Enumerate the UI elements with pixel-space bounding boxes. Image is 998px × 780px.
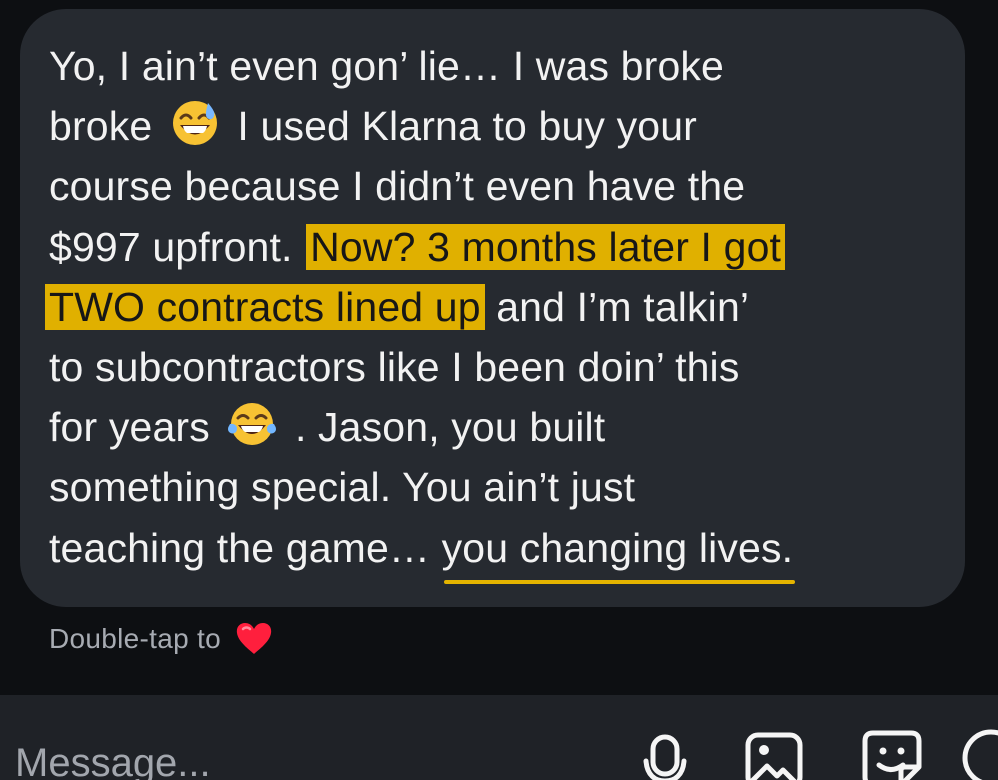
message-line-3: course because I didn’t even have the bbox=[49, 163, 746, 210]
message-text: Yo, I ain’t even gon’ lie… I was broke b… bbox=[45, 36, 939, 584]
reaction-hint[interactable]: Double-tap to bbox=[49, 617, 273, 661]
message-line-7: for years . Jason, you built bbox=[49, 397, 939, 457]
double-tap-hint-label: Double-tap to bbox=[49, 623, 222, 654]
message-line-4: $997 upfront. Now? 3 months later I got bbox=[49, 217, 939, 277]
message-line-2-start: broke bbox=[49, 103, 153, 150]
message-line-8: something special. You ain’t just bbox=[49, 464, 636, 511]
message-line-2-end: I used Klarna to buy your bbox=[237, 103, 697, 150]
image-icon[interactable] bbox=[743, 727, 805, 780]
dm-thread-screen: Yo, I ain’t even gon’ lie… I was broke b… bbox=[0, 0, 998, 780]
add-icon[interactable] bbox=[960, 727, 998, 780]
message-line-6: to subcontractors like I been doin’ this bbox=[49, 343, 740, 390]
message-line-5-plain: and I’m talkin’ bbox=[496, 283, 750, 330]
message-line-9: teaching the game… you changing lives. bbox=[49, 518, 939, 584]
microphone-icon[interactable] bbox=[635, 727, 697, 780]
sticker-icon[interactable] bbox=[861, 727, 923, 780]
message-line-7-end: . Jason, you built bbox=[294, 404, 606, 451]
grinning-face-with-sweat-emoji-icon bbox=[172, 101, 217, 146]
laughing-tears-emoji-icon bbox=[228, 403, 277, 446]
highlighted-message-text: Now? 3 months later I got bbox=[306, 223, 786, 270]
message-line-1: Yo, I ain’t even gon’ lie… I was broke bbox=[49, 43, 724, 89]
message-line-4-plain: $997 upfront. bbox=[49, 223, 293, 270]
underlined-message-text: you changing lives. bbox=[442, 518, 795, 584]
message-line-9-plain: teaching the game… bbox=[49, 524, 431, 571]
message-composer bbox=[0, 695, 998, 780]
message-input[interactable] bbox=[15, 739, 575, 780]
message-line-7-start: for years bbox=[49, 404, 210, 451]
message-line-5: TWO contracts lined up and I’m talkin’ bbox=[45, 277, 939, 337]
message-line-2: broke I used Klarna to buy your bbox=[49, 96, 939, 156]
highlighted-message-text-continued: TWO contracts lined up bbox=[45, 283, 485, 330]
heart-icon bbox=[236, 623, 272, 654]
